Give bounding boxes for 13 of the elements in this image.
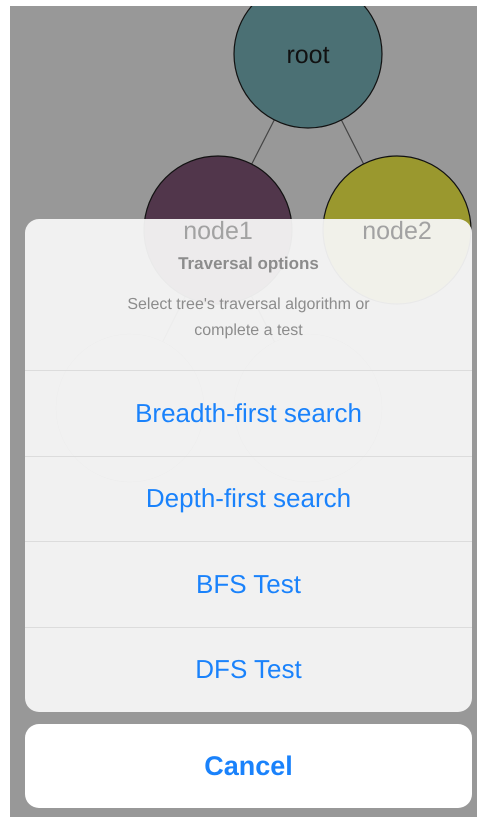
- node-label: root: [286, 41, 330, 69]
- cancel-button[interactable]: Cancel: [25, 724, 472, 808]
- node-label: node2: [362, 217, 432, 245]
- tree-node[interactable]: [233, 6, 383, 129]
- node-label: node1: [183, 217, 253, 245]
- sheet-title: Traversal options: [178, 254, 319, 274]
- sheet-message: Select tree's traversal algorithm or complete a test: [126, 294, 371, 340]
- action-button[interactable]: Depth-first search: [25, 456, 472, 541]
- action-button[interactable]: Breadth-first search: [25, 370, 472, 456]
- action-button[interactable]: DFS Test: [25, 626, 472, 712]
- tree-edge: [340, 120, 364, 164]
- action-button[interactable]: BFS Test: [25, 541, 472, 626]
- tree-edge: [251, 120, 275, 164]
